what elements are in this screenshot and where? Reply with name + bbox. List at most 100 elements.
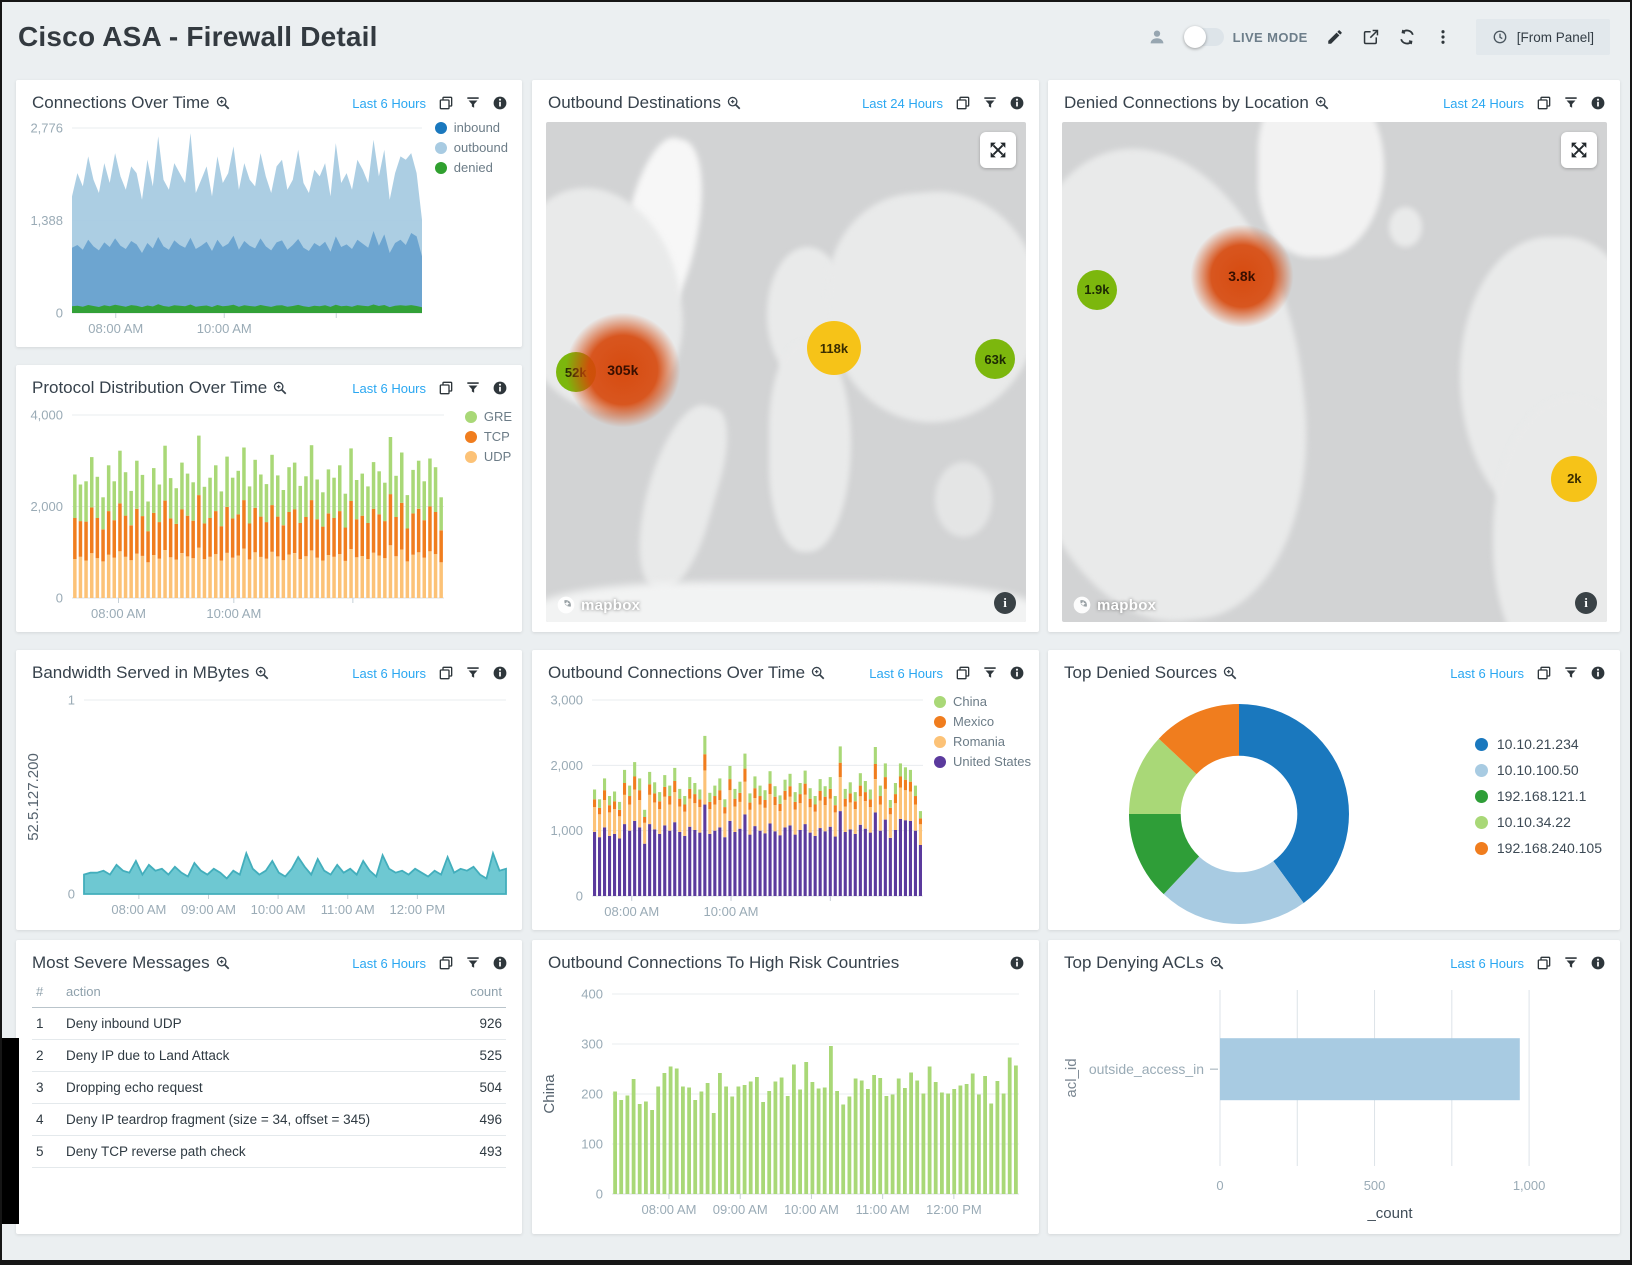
info-icon[interactable] (1009, 665, 1025, 681)
filter-icon[interactable] (982, 95, 998, 111)
mapbox-attribution[interactable]: mapbox (1072, 595, 1156, 615)
copy-icon[interactable] (1536, 665, 1552, 681)
panel-title: Top Denying ACLs (1064, 953, 1204, 973)
world-map[interactable]: mapbox i 1.9k 3.8k 2k (1062, 122, 1607, 622)
hbar-outside_access_in[interactable] (1220, 1038, 1520, 1100)
more-menu-icon[interactable] (1434, 28, 1452, 46)
time-range-selector[interactable]: [From Panel] (1476, 19, 1610, 55)
legend-item[interactable]: GRE (465, 409, 512, 424)
legend-item[interactable]: 192.168.240.105 (1475, 840, 1602, 856)
filter-icon[interactable] (1563, 665, 1579, 681)
filter-icon[interactable] (465, 665, 481, 681)
time-range-link[interactable]: Last 6 Hours (352, 666, 426, 681)
copy-icon[interactable] (438, 380, 454, 396)
legend-item[interactable]: 10.10.100.50 (1475, 762, 1602, 778)
filter-icon[interactable] (982, 665, 998, 681)
row-rank: 1 (32, 1008, 62, 1040)
mapbox-logo-icon (1072, 595, 1092, 615)
zoom-in-icon[interactable] (215, 95, 231, 111)
map-bubble-305k[interactable]: 305k (565, 312, 681, 428)
filter-icon[interactable] (465, 95, 481, 111)
time-range-link[interactable]: Last 6 Hours (869, 666, 943, 681)
info-icon[interactable] (492, 95, 508, 111)
time-range-link[interactable]: Last 6 Hours (352, 381, 426, 396)
info-icon[interactable] (492, 955, 508, 971)
copy-icon[interactable] (955, 665, 971, 681)
table-row[interactable]: 3Dropping echo request504 (32, 1072, 506, 1104)
world-map[interactable]: mapbox i 52k305k118k63k (546, 122, 1026, 622)
live-mode-toggle[interactable] (1184, 28, 1224, 46)
table-row[interactable]: 4Deny IP teardrop fragment (size = 34, o… (32, 1104, 506, 1136)
filter-icon[interactable] (465, 955, 481, 971)
legend-item[interactable]: China (934, 694, 1031, 709)
legend-item[interactable]: 192.168.121.1 (1475, 788, 1602, 804)
high-risk-bar-chart: 010020030040008:00 AM09:00 AM10:00 AM11:… (536, 980, 1035, 1230)
map-info-button[interactable]: i (994, 592, 1016, 614)
info-icon[interactable] (1009, 95, 1025, 111)
map-info-button[interactable]: i (1575, 592, 1597, 614)
zoom-in-icon[interactable] (1314, 95, 1330, 111)
legend-item[interactable]: outbound (435, 140, 508, 155)
table-row[interactable]: 5Deny TCP reverse path check493 (32, 1136, 506, 1168)
zoom-in-icon[interactable] (272, 380, 288, 396)
info-icon[interactable] (1590, 95, 1606, 111)
copy-icon[interactable] (438, 95, 454, 111)
info-icon[interactable] (1590, 955, 1606, 971)
legend-item[interactable]: United States (934, 754, 1031, 769)
copy-icon[interactable] (955, 95, 971, 111)
panel-title: Bandwidth Served in MBytes (32, 663, 249, 683)
series-52.5.127.200 (84, 853, 506, 894)
legend-item[interactable]: denied (435, 160, 508, 175)
filter-icon[interactable] (1563, 95, 1579, 111)
legend-item[interactable]: 10.10.21.234 (1475, 736, 1602, 752)
black-strip-artifact (2, 1038, 19, 1224)
map-bubble-3.8k[interactable]: 3.8k (1190, 224, 1294, 328)
time-range-link[interactable]: Last 6 Hours (1450, 666, 1524, 681)
zoom-in-icon[interactable] (215, 955, 231, 971)
legend-item[interactable]: UDP (465, 449, 512, 464)
zoom-in-icon[interactable] (810, 665, 826, 681)
edit-icon[interactable] (1326, 28, 1344, 46)
map-expand-button[interactable] (1561, 132, 1597, 168)
copy-icon[interactable] (1536, 95, 1552, 111)
time-range-link[interactable]: Last 24 Hours (862, 96, 943, 111)
legend-item[interactable]: Mexico (934, 714, 1031, 729)
filter-icon[interactable] (1563, 955, 1579, 971)
map-bubble-1.9k[interactable]: 1.9k (1077, 270, 1117, 310)
map-bubble-118k[interactable]: 118k (807, 321, 861, 375)
time-range-link[interactable]: Last 24 Hours (1443, 96, 1524, 111)
time-range-link[interactable]: Last 6 Hours (352, 96, 426, 111)
refresh-icon[interactable] (1398, 28, 1416, 46)
map-bubble-63k[interactable]: 63k (975, 339, 1015, 379)
svg-text:11:00 AM: 11:00 AM (856, 1202, 910, 1217)
table-row[interactable]: 1Deny inbound UDP926 (32, 1008, 506, 1040)
legend-item[interactable]: 10.10.34.22 (1475, 814, 1602, 830)
copy-icon[interactable] (438, 955, 454, 971)
copy-icon[interactable] (438, 665, 454, 681)
zoom-in-icon[interactable] (254, 665, 270, 681)
legend-item[interactable]: Romania (934, 734, 1031, 749)
time-range-link[interactable]: Last 6 Hours (352, 956, 426, 971)
copy-icon[interactable] (1536, 955, 1552, 971)
svg-text:1,000: 1,000 (550, 823, 583, 838)
legend-item[interactable]: inbound (435, 120, 508, 135)
bar-series (73, 436, 443, 598)
share-icon[interactable] (1362, 28, 1380, 46)
map-expand-button[interactable] (980, 132, 1016, 168)
map-bubble-2k[interactable]: 2k (1551, 456, 1597, 502)
time-range-link[interactable]: Last 6 Hours (1450, 956, 1524, 971)
zoom-in-icon[interactable] (1209, 955, 1225, 971)
zoom-in-icon[interactable] (1222, 665, 1238, 681)
table-row[interactable]: 2Deny IP due to Land Attack525 (32, 1040, 506, 1072)
zoom-in-icon[interactable] (726, 95, 742, 111)
live-mode-group: LIVE MODE (1184, 28, 1308, 46)
info-icon[interactable] (492, 380, 508, 396)
legend-item[interactable]: TCP (465, 429, 512, 444)
filter-icon[interactable] (465, 380, 481, 396)
info-icon[interactable] (492, 665, 508, 681)
legend-swatch (934, 696, 946, 708)
info-icon[interactable] (1590, 665, 1606, 681)
panel-header: Top Denied Sources Last 6 Hours (1048, 650, 1620, 683)
mapbox-attribution[interactable]: mapbox (556, 595, 640, 615)
info-icon[interactable] (1009, 955, 1025, 971)
